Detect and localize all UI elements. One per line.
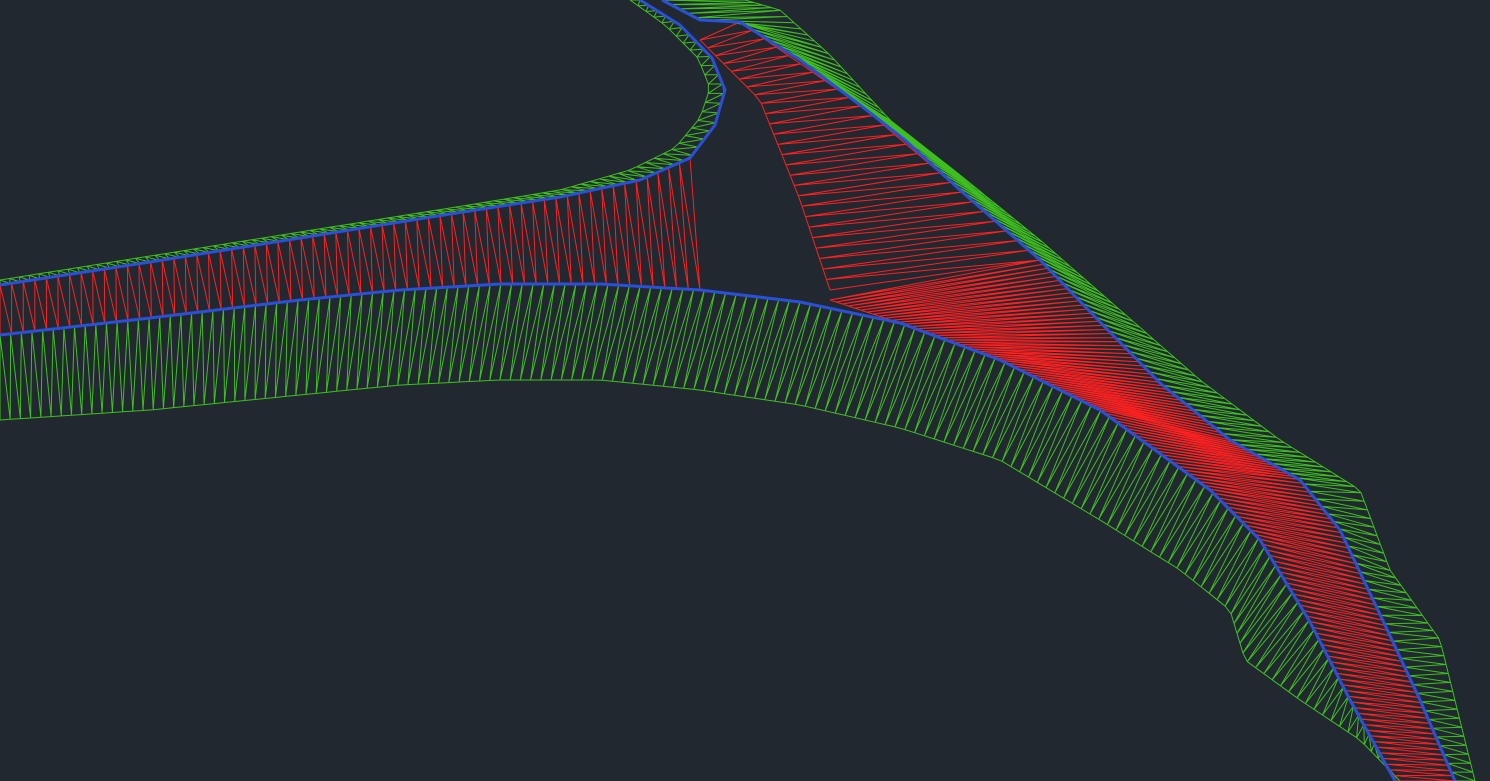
corridor-tin-drawing[interactable] <box>0 0 1490 781</box>
model-space-viewport[interactable] <box>0 0 1490 781</box>
curb-edge-lines <box>0 0 1457 781</box>
pavement-wye-triangles <box>699 21 1041 291</box>
pavement-tin-mesh <box>0 21 1456 781</box>
daylight-slope-mesh <box>0 0 1476 781</box>
pavement-main-triangles <box>0 157 701 336</box>
slope-bottom-triangles <box>0 283 1401 781</box>
curb-left-bottom <box>0 282 1397 781</box>
